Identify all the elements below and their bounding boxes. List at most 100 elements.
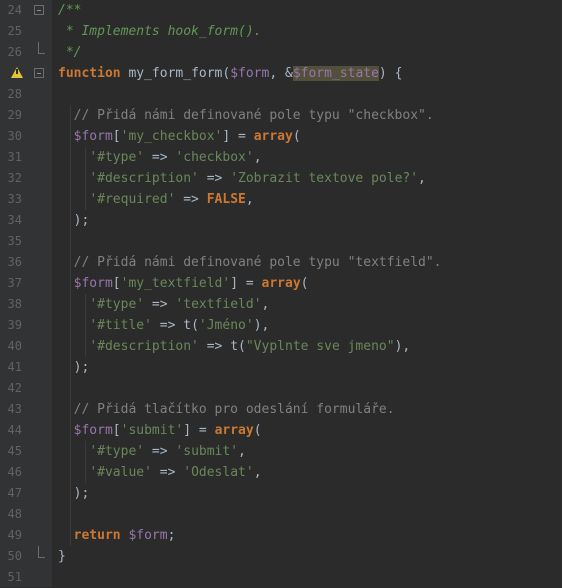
- fold-end-icon: [38, 546, 45, 558]
- code-token: ] =: [230, 276, 262, 291]
- code-token: ,: [418, 171, 426, 186]
- code-token: my_form_form(: [120, 66, 231, 81]
- code-token: );: [58, 486, 90, 501]
- gutter-row: 36: [0, 252, 52, 273]
- gutter-row: 34: [0, 210, 52, 231]
- code-token: (: [292, 129, 301, 144]
- code-line[interactable]: // Přidá tlačítko pro odeslání formuláře…: [58, 399, 395, 420]
- code-line[interactable]: );: [58, 483, 90, 504]
- code-token: =>: [151, 465, 184, 480]
- line-number: 41: [7, 360, 22, 374]
- code-token: => t(: [198, 339, 246, 354]
- code-token: (: [253, 423, 262, 438]
- gutter-row: 32: [0, 168, 52, 189]
- code-line[interactable]: $form['submit'] = array(: [58, 420, 262, 441]
- code-token: array: [214, 423, 254, 438]
- code-token: '#type': [89, 297, 145, 312]
- code-line[interactable]: );: [58, 357, 90, 378]
- code-token: );: [58, 360, 90, 375]
- line-number: 44: [7, 423, 22, 437]
- code-line[interactable]: function my_form_form($form, &$form_stat…: [58, 63, 402, 84]
- fold-toggle-icon[interactable]: [34, 68, 44, 78]
- code-token: (: [300, 276, 309, 291]
- code-line[interactable]: '#title' => t('Jméno'),: [58, 315, 269, 336]
- code-area[interactable]: /** * Implements hook_form(). */ function…: [52, 0, 562, 587]
- line-number: 25: [7, 24, 22, 38]
- code-token: , &: [269, 66, 293, 81]
- line-number-gutter[interactable]: 24 25 26 28 29 30 31 32 33 34 35 36 37 38 39 40 41 42 43 44…: [0, 0, 52, 587]
- line-number: 43: [7, 402, 22, 416]
- code-token: ;: [167, 528, 176, 543]
- gutter-row: 31: [0, 147, 52, 168]
- code-token: ),: [253, 318, 270, 333]
- code-line[interactable]: return $form;: [58, 525, 176, 546]
- code-token: ] =: [222, 129, 254, 144]
- code-token: ,: [245, 192, 254, 207]
- line-number: 49: [7, 528, 22, 542]
- code-token: '#description': [89, 339, 199, 354]
- code-line[interactable]: '#description' => 'Zobrazit textove pole…: [58, 168, 426, 189]
- line-number: 50: [7, 549, 22, 563]
- code-line[interactable]: '#type' => 'submit',: [58, 441, 246, 462]
- code-line[interactable]: }: [58, 546, 66, 567]
- code-line[interactable]: /**: [58, 0, 81, 21]
- code-line[interactable]: '#type' => 'checkbox',: [58, 147, 262, 168]
- code-token: '#value': [89, 465, 152, 480]
- code-line[interactable]: '#description' => t("Vyplnte sve jmeno")…: [58, 336, 410, 357]
- gutter-row: 40: [0, 336, 52, 357]
- line-number: 24: [7, 3, 22, 17]
- code-token: ,: [253, 150, 262, 165]
- line-number: 30: [7, 129, 22, 143]
- code-token: $form_state: [292, 66, 379, 81]
- code-token: '#type': [89, 444, 145, 459]
- code-line[interactable]: '#type' => 'textfield',: [58, 294, 269, 315]
- code-token: '#required': [89, 192, 176, 207]
- code-line[interactable]: '#value' => 'Odeslat',: [58, 462, 261, 483]
- code-token: function: [58, 66, 121, 81]
- gutter-row: 43: [0, 399, 52, 420]
- code-token: ) {: [378, 66, 403, 81]
- code-line[interactable]: // Přidá námi definované pole typu "chec…: [58, 105, 434, 126]
- line-number: 46: [7, 465, 22, 479]
- code-line[interactable]: // Přidá námi definované pole typu "text…: [58, 252, 442, 273]
- code-line[interactable]: );: [58, 210, 90, 231]
- gutter-row: 51: [0, 567, 52, 588]
- gutter-row: 39: [0, 315, 52, 336]
- code-token: =>: [144, 297, 176, 312]
- gutter-row: 33: [0, 189, 52, 210]
- gutter-row: 28: [0, 84, 52, 105]
- code-token: * Implements hook_form().: [58, 24, 262, 39]
- code-line[interactable]: $form['my_checkbox'] = array(: [58, 126, 301, 147]
- line-number: 38: [7, 297, 22, 311]
- code-editor[interactable]: 24 25 26 28 29 30 31 32 33 34 35 36 37 38 39 40 41 42 43 44…: [0, 0, 562, 587]
- line-number: 48: [7, 507, 22, 521]
- code-token: ,: [238, 444, 246, 459]
- code-line[interactable]: $form['my_textfield'] = array(: [58, 273, 309, 294]
- code-token: */: [58, 45, 82, 60]
- code-token: // Přidá námi definované pole typu "text…: [58, 255, 442, 270]
- line-number: 29: [7, 108, 22, 122]
- code-line[interactable]: * Implements hook_form().: [58, 21, 262, 42]
- code-line[interactable]: */: [58, 42, 82, 63]
- line-number: 36: [7, 255, 22, 269]
- code-token: 'my_checkbox': [120, 129, 223, 144]
- line-number: 45: [7, 444, 22, 458]
- code-line[interactable]: '#required' => FALSE,: [58, 189, 254, 210]
- gutter-row: 45: [0, 441, 52, 462]
- gutter-row: 29: [0, 105, 52, 126]
- gutter-row: 35: [0, 231, 52, 252]
- code-token: array: [253, 129, 293, 144]
- fold-toggle-icon[interactable]: [34, 5, 44, 15]
- code-token: =>: [198, 171, 231, 186]
- warning-icon[interactable]: [11, 67, 23, 78]
- line-number: 35: [7, 234, 22, 248]
- code-token: 'Zobrazit textove pole?': [230, 171, 419, 186]
- code-token: // Přidá námi definované pole typu "chec…: [58, 108, 434, 123]
